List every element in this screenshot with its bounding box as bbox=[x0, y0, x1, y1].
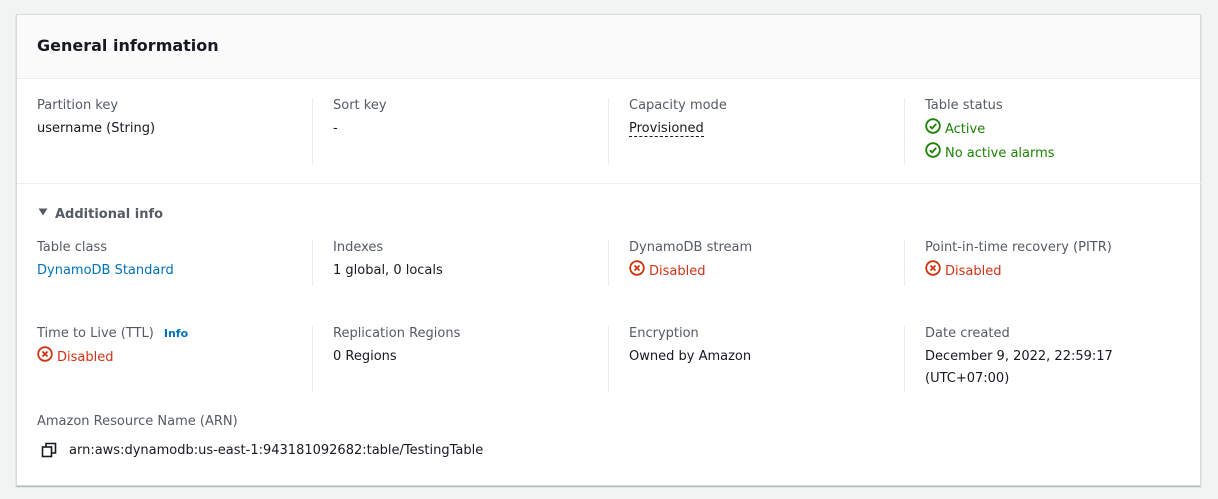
status-x-icon bbox=[37, 346, 53, 370]
date-created-date: December 9, 2022, 22:59:17 bbox=[925, 349, 1113, 364]
pitr-label: Point-in-time recovery (PITR) bbox=[925, 240, 1112, 255]
panel-header: General information bbox=[17, 15, 1200, 79]
additional-row-1: Table class DynamoDB Standard Indexes 1 … bbox=[17, 240, 1202, 286]
copy-icon[interactable] bbox=[41, 442, 57, 458]
ttl-label-wrap: Time to Live (TTL) Info bbox=[37, 326, 313, 342]
date-created-label: Date created bbox=[925, 326, 1010, 341]
capacity-mode-field: Capacity mode Provisioned bbox=[609, 98, 905, 164]
status-x-icon bbox=[925, 260, 941, 284]
table-class-link[interactable]: DynamoDB Standard bbox=[37, 263, 174, 278]
status-alarms: No active alarms bbox=[925, 142, 1201, 166]
indexes-label: Indexes bbox=[333, 240, 384, 255]
stream-status: Disabled bbox=[629, 260, 905, 284]
pitr-field: Point-in-time recovery (PITR) Disabled bbox=[905, 240, 1201, 286]
stream-label: DynamoDB stream bbox=[629, 240, 753, 255]
stream-status-text: Disabled bbox=[649, 264, 706, 279]
encryption-value: Owned by Amazon bbox=[629, 349, 752, 364]
capacity-mode-label: Capacity mode bbox=[629, 98, 727, 113]
encryption-field: Encryption Owned by Amazon bbox=[609, 326, 905, 392]
ttl-status: Disabled bbox=[37, 346, 313, 370]
arn-label: Amazon Resource Name (ARN) bbox=[37, 414, 238, 429]
capacity-mode-value[interactable]: Provisioned bbox=[629, 121, 704, 137]
divider bbox=[17, 183, 1202, 184]
status-active: Active bbox=[925, 118, 1201, 142]
replication-label: Replication Regions bbox=[333, 326, 461, 341]
sort-key-value: - bbox=[333, 121, 338, 136]
ttl-label: Time to Live (TTL) bbox=[37, 326, 154, 341]
date-created-tz: (UTC+07:00) bbox=[925, 371, 1010, 386]
status-x-icon bbox=[629, 260, 645, 284]
panel-title: General information bbox=[37, 36, 219, 55]
date-created-field: Date created December 9, 2022, 22:59:17 … bbox=[905, 326, 1201, 392]
encryption-label: Encryption bbox=[629, 326, 699, 341]
arn-value: arn:aws:dynamodb:us-east-1:943181092682:… bbox=[69, 442, 484, 458]
general-information-panel: General information Partition key userna… bbox=[16, 14, 1202, 486]
additional-info-toggle[interactable]: Additional info bbox=[37, 206, 163, 222]
status-check-icon bbox=[925, 118, 941, 142]
status-active-text: Active bbox=[945, 122, 986, 137]
ttl-status-text: Disabled bbox=[57, 350, 114, 365]
stream-field: DynamoDB stream Disabled bbox=[609, 240, 905, 286]
arn-row: arn:aws:dynamodb:us-east-1:943181092682:… bbox=[41, 442, 483, 458]
table-class-field: Table class DynamoDB Standard bbox=[17, 240, 313, 286]
indexes-field: Indexes 1 global, 0 locals bbox=[313, 240, 609, 286]
partition-key-label: Partition key bbox=[37, 98, 119, 113]
pitr-status: Disabled bbox=[925, 260, 1201, 284]
sort-key-label: Sort key bbox=[333, 98, 387, 113]
pitr-status-text: Disabled bbox=[945, 264, 1002, 279]
table-status-field: Table status Active No active alarms bbox=[905, 98, 1201, 164]
ttl-info-link[interactable]: Info bbox=[164, 327, 188, 340]
date-created-value: December 9, 2022, 22:59:17 (UTC+07:00) bbox=[925, 346, 1201, 390]
replication-value: 0 Regions bbox=[333, 349, 397, 364]
ttl-field: Time to Live (TTL) Info Disabled bbox=[17, 326, 313, 392]
status-alarms-text: No active alarms bbox=[945, 146, 1055, 161]
table-class-label: Table class bbox=[37, 240, 108, 255]
overview-row: Partition key username (String) Sort key… bbox=[17, 98, 1202, 164]
indexes-value: 1 global, 0 locals bbox=[333, 263, 443, 278]
status-check-icon bbox=[925, 142, 941, 166]
partition-key-value: username (String) bbox=[37, 121, 156, 136]
additional-info-label: Additional info bbox=[55, 206, 164, 222]
partition-key-field: Partition key username (String) bbox=[17, 98, 313, 164]
table-status-label: Table status bbox=[925, 98, 1003, 113]
caret-down-icon bbox=[37, 206, 49, 222]
replication-field: Replication Regions 0 Regions bbox=[313, 326, 609, 392]
sort-key-field: Sort key - bbox=[313, 98, 609, 164]
additional-row-2: Time to Live (TTL) Info Disabled Replicat… bbox=[17, 326, 1202, 392]
